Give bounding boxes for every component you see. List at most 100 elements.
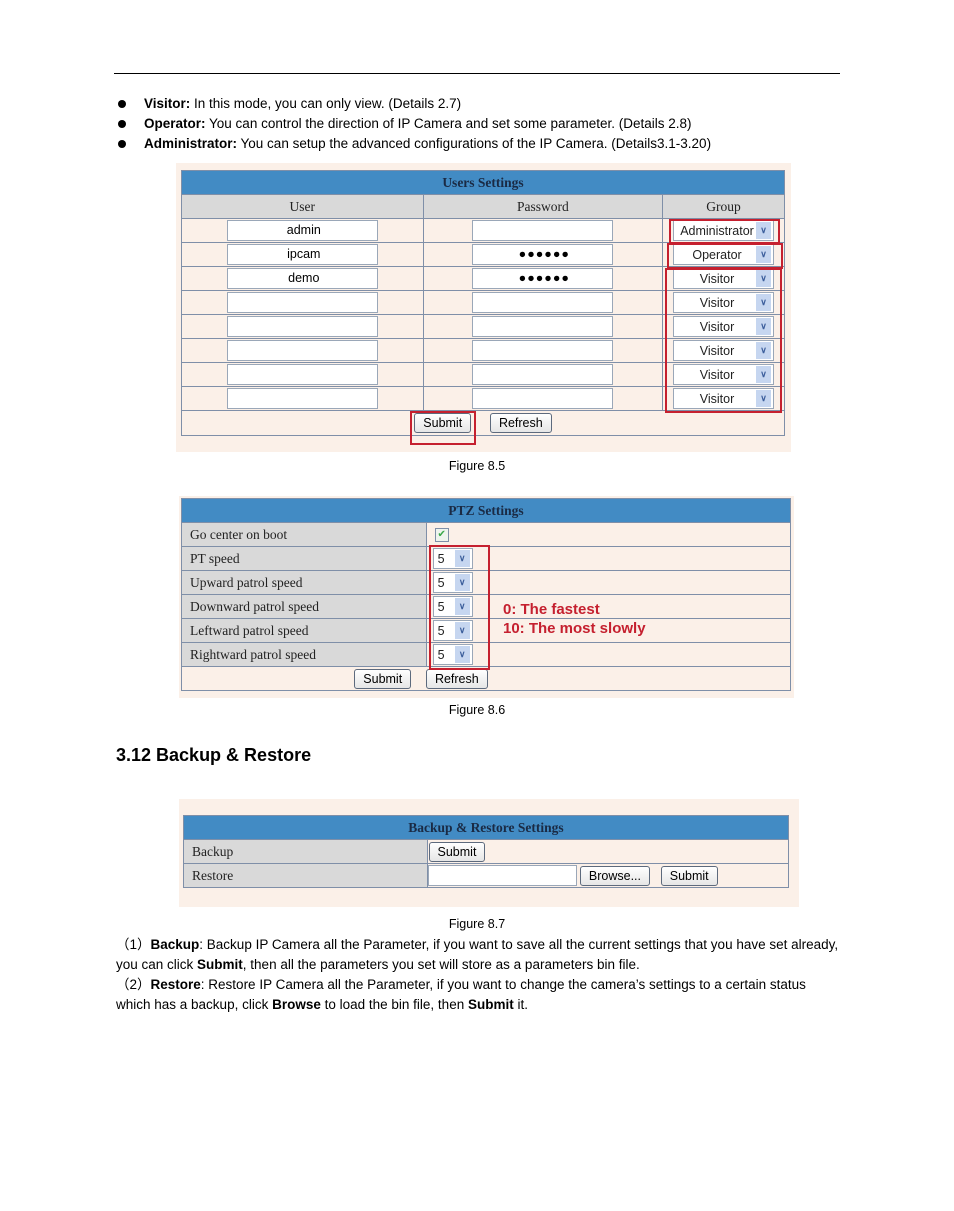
users-settings-title: Users Settings — [181, 170, 785, 195]
group-select-value: Visitor — [699, 319, 735, 334]
password-input[interactable] — [472, 388, 614, 409]
ptz-settings-actions: Submit Refresh — [181, 666, 791, 691]
header-rule — [114, 73, 840, 74]
column-header-user: User — [181, 194, 424, 219]
group-select[interactable]: Visitor ∨ — [673, 292, 775, 313]
restore-description: （2）Restore: Restore IP Camera all the Pa… — [116, 977, 806, 1012]
users-settings-table: Users Settings User Password Group admin… — [181, 170, 785, 436]
group-select[interactable]: Administrator ∨ — [673, 220, 775, 241]
bullet-icon — [118, 140, 126, 148]
speed-select-value: 5 — [437, 599, 445, 614]
password-input[interactable] — [472, 292, 614, 313]
password-input[interactable]: ●●●●●● — [472, 244, 614, 265]
user-row: Visitor ∨ — [181, 386, 785, 411]
password-input[interactable] — [472, 220, 614, 241]
group-select[interactable]: Operator ∨ — [673, 244, 775, 265]
password-input[interactable] — [472, 316, 614, 337]
speed-select-value: 5 — [437, 623, 445, 638]
group-select-value: Visitor — [699, 391, 735, 406]
speed-label: Rightward patrol speed — [181, 642, 427, 667]
group-select[interactable]: Visitor ∨ — [673, 388, 775, 409]
chevron-down-icon: ∨ — [454, 646, 470, 663]
speed-select[interactable]: 5 ∨ — [432, 548, 473, 569]
group-select[interactable]: Visitor ∨ — [673, 316, 775, 337]
password-input[interactable]: ●●●●●● — [472, 268, 614, 289]
username-input[interactable] — [226, 388, 378, 409]
ptz-submit-button[interactable]: Submit — [354, 668, 412, 689]
group-select-value: Visitor — [699, 343, 735, 358]
group-select-value: Visitor — [699, 295, 735, 310]
speed-note-slowest: 10: The most slowly — [503, 620, 646, 637]
users-settings-actions: Submit Refresh — [181, 410, 785, 436]
chevron-down-icon: ∨ — [756, 318, 772, 335]
password-input[interactable] — [472, 340, 614, 361]
users-submit-button[interactable]: Submit — [414, 413, 472, 433]
chevron-down-icon: ∨ — [756, 390, 772, 407]
speed-select-value: 5 — [437, 551, 445, 566]
browse-button[interactable]: Browse... — [579, 865, 650, 886]
chevron-down-icon: ∨ — [756, 270, 772, 287]
speed-label: Leftward patrol speed — [181, 618, 427, 643]
ptz-speed-row: Downward patrol speed 5 ∨ — [181, 594, 792, 619]
user-row: admin Administrator ∨ — [181, 218, 785, 243]
chevron-down-icon: ∨ — [756, 246, 772, 263]
backup-restore-title: Backup & Restore Settings — [183, 815, 789, 840]
figure-caption-8-5: Figure 8.5 — [448, 459, 506, 473]
chevron-down-icon: ∨ — [454, 598, 470, 615]
group-select-value: Visitor — [699, 271, 735, 286]
role-item-visitor: Visitor: In this mode, you can only view… — [118, 94, 838, 114]
column-header-group: Group — [662, 194, 785, 219]
group-select[interactable]: Visitor ∨ — [673, 340, 775, 361]
username-input[interactable]: ipcam — [226, 244, 378, 265]
user-row: Visitor ∨ — [181, 338, 785, 363]
ptz-settings-table: PTZ Settings Go center on boot ✔ PT spee… — [181, 498, 792, 691]
user-row: Visitor ∨ — [181, 314, 785, 339]
group-select[interactable]: Visitor ∨ — [673, 364, 775, 385]
password-input[interactable] — [472, 364, 614, 385]
speed-select-value: 5 — [437, 575, 445, 590]
ptz-refresh-button[interactable]: Refresh — [425, 668, 488, 689]
backup-restore-table: Backup & Restore Settings Backup Submit … — [183, 815, 790, 888]
user-row: ipcam ●●●●●● Operator ∨ — [181, 242, 785, 267]
role-list: Visitor: In this mode, you can only view… — [118, 94, 838, 154]
go-center-label: Go center on boot — [181, 522, 427, 547]
go-center-checkbox[interactable]: ✔ — [434, 528, 449, 543]
username-input[interactable]: demo — [226, 268, 378, 289]
chevron-down-icon: ∨ — [454, 550, 470, 567]
ptz-speed-row: PT speed 5 ∨ — [181, 546, 792, 571]
speed-note-fastest: 0: The fastest — [503, 601, 600, 618]
speed-label: Downward patrol speed — [181, 594, 427, 619]
column-header-password: Password — [422, 194, 664, 219]
chevron-down-icon: ∨ — [756, 294, 772, 311]
users-refresh-button[interactable]: Refresh — [489, 413, 552, 433]
user-row: Visitor ∨ — [181, 362, 785, 387]
username-input[interactable]: admin — [226, 220, 378, 241]
speed-select[interactable]: 5 ∨ — [432, 620, 473, 641]
group-select-value: Visitor — [699, 367, 735, 382]
speed-select[interactable]: 5 ∨ — [432, 644, 473, 665]
chevron-down-icon: ∨ — [756, 342, 772, 359]
username-input[interactable] — [226, 316, 378, 337]
group-select-value: Administrator — [680, 223, 754, 238]
ptz-speed-row: Leftward patrol speed 5 ∨ — [181, 618, 792, 643]
username-input[interactable] — [226, 292, 378, 313]
group-select[interactable]: Visitor ∨ — [673, 268, 775, 289]
restore-label: Restore — [183, 863, 428, 888]
chevron-down-icon: ∨ — [756, 366, 772, 383]
speed-label: PT speed — [181, 546, 427, 571]
role-item-operator: Operator: You can control the direction … — [118, 114, 838, 134]
speed-select[interactable]: 5 ∨ — [432, 596, 473, 617]
chevron-down-icon: ∨ — [454, 574, 470, 591]
ptz-speed-row: Rightward patrol speed 5 ∨ — [181, 642, 792, 667]
username-input[interactable] — [226, 364, 378, 385]
username-input[interactable] — [226, 340, 378, 361]
speed-label: Upward patrol speed — [181, 570, 427, 595]
speed-select[interactable]: 5 ∨ — [432, 572, 473, 593]
chevron-down-icon: ∨ — [454, 622, 470, 639]
restore-file-input[interactable] — [427, 865, 577, 886]
speed-select-value: 5 — [437, 647, 445, 662]
backup-label: Backup — [183, 839, 428, 864]
ptz-speed-row: Upward patrol speed 5 ∨ — [181, 570, 792, 595]
backup-submit-button[interactable]: Submit — [428, 841, 486, 862]
restore-submit-button[interactable]: Submit — [660, 865, 718, 886]
